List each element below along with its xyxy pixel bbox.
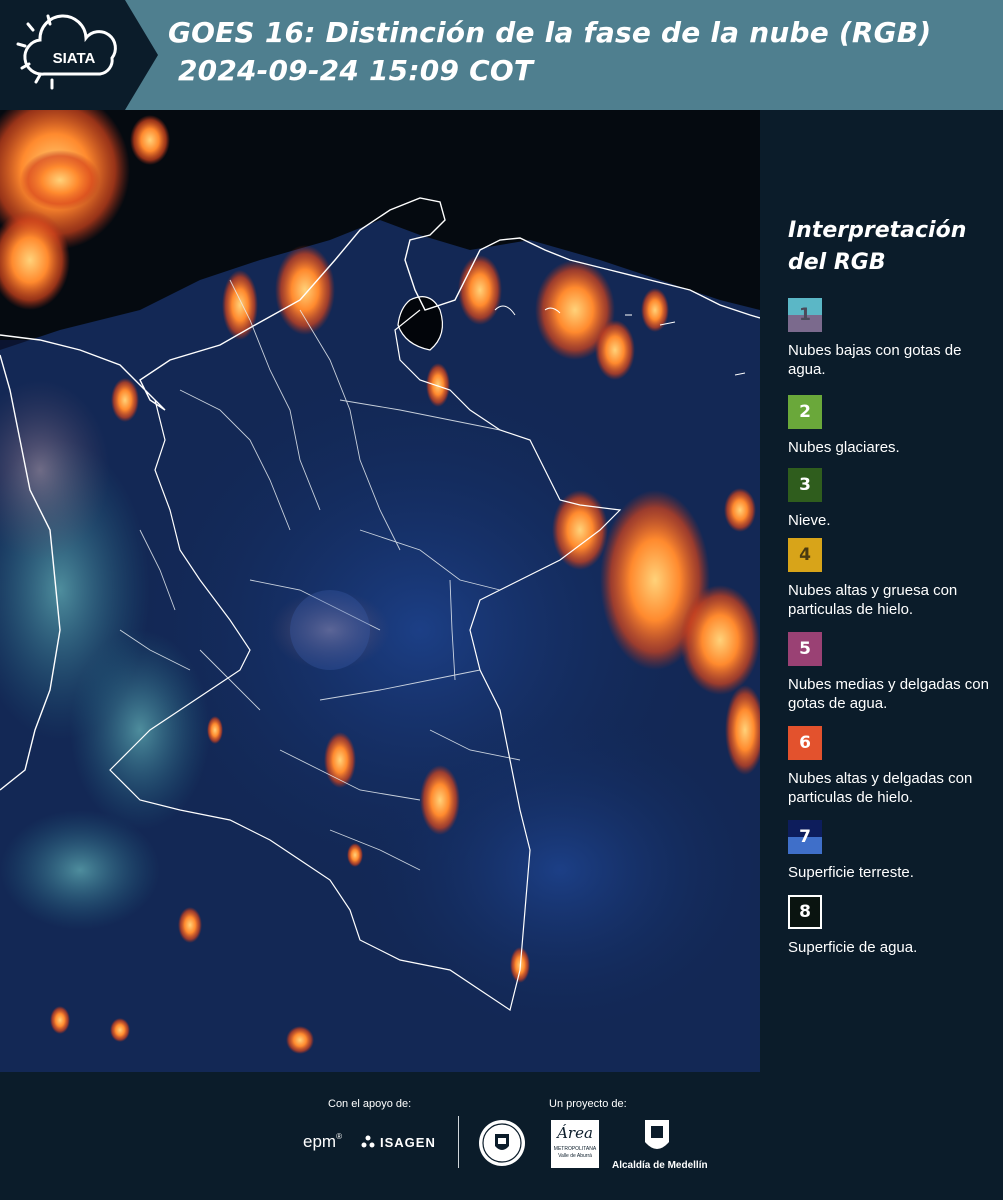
- support-label: Con el apoyo de:: [328, 1098, 412, 1110]
- legend-label-1: Nubes bajas con gotas de agua.: [788, 342, 962, 378]
- isagen-logo: ISAGEN: [360, 1134, 436, 1150]
- legend-number-2: 2: [799, 402, 811, 422]
- legend-swatch-4: 4: [788, 538, 822, 572]
- logo-tab: SIATA: [0, 0, 158, 110]
- satellite-map: [0, 110, 760, 1072]
- legend-title: Interpretación del RGB: [788, 215, 966, 279]
- legend-item-3: 3 Nieve.: [788, 468, 998, 530]
- legend-number-5: 5: [799, 639, 811, 659]
- legend-number-6: 6: [799, 733, 811, 753]
- legend-number-1: 1: [799, 305, 811, 325]
- legend-swatch-7: 7: [788, 820, 822, 854]
- area-logo-word: Área: [557, 1124, 593, 1142]
- legend-panel: Interpretación del RGB 1 Nubes bajas con…: [760, 110, 1003, 1072]
- page-title: GOES 16: Distinción de la fase de la nub…: [168, 14, 931, 90]
- legend-swatch-3: 3: [788, 468, 822, 502]
- legend-swatch-8: 8: [788, 895, 822, 929]
- project-label: Un proyecto de:: [549, 1098, 627, 1110]
- area-logo-line-2: Valle de Aburrá: [558, 1153, 592, 1159]
- epm-logo: epm®: [303, 1132, 342, 1151]
- legend-swatch-6: 6: [788, 726, 822, 760]
- legend-label-5: Nubes medias y delgadas con gotas de agu…: [788, 676, 989, 712]
- footer-separator: [458, 1116, 459, 1168]
- legend-swatch-5: 5: [788, 632, 822, 666]
- legend-label-8: Superficie de agua.: [788, 939, 918, 956]
- seal-logo: [479, 1120, 525, 1166]
- header: SIATA GOES 16: Distinción de la fase de …: [0, 0, 1003, 110]
- legend-number-4: 4: [799, 545, 811, 565]
- title-line-2: 2024-09-24 15:09 COT: [168, 54, 534, 87]
- legend-label-7: Superficie terreste.: [788, 864, 914, 881]
- legend-number-8: 8: [799, 902, 811, 922]
- legend-swatch-2: 2: [788, 395, 822, 429]
- area-logo-line-1: METROPOLITANA: [553, 1146, 597, 1152]
- medellin-shield-icon: [645, 1120, 669, 1149]
- legend-swatch-1: 1: [788, 298, 822, 332]
- legend-label-3: Nieve.: [788, 512, 831, 529]
- legend-item-1: 1 Nubes bajas con gotas de agua.: [788, 298, 998, 379]
- legend-title-line-1: Interpretación: [788, 218, 967, 243]
- area-metropolitana-logo: Área METROPOLITANA Valle de Aburrá: [551, 1120, 599, 1168]
- epm-logo-text: epm: [303, 1132, 337, 1151]
- legend-item-7: 7 Superficie terreste.: [788, 820, 998, 882]
- satellite-image: [0, 110, 760, 1072]
- legend-number-7: 7: [799, 827, 811, 847]
- isagen-logo-text: ISAGEN: [380, 1134, 436, 1150]
- legend-item-2: 2 Nubes glaciares.: [788, 395, 998, 457]
- legend-label-2: Nubes glaciares.: [788, 439, 900, 456]
- logo-text: SIATA: [53, 50, 96, 67]
- legend-title-line-2: del RGB: [788, 250, 886, 275]
- legend-item-8: 8 Superficie de agua.: [788, 895, 998, 957]
- legend-item-5: 5 Nubes medias y delgadas con gotas de a…: [788, 632, 998, 713]
- legend-label-6: Nubes altas y delgadas con particulas de…: [788, 770, 973, 806]
- legend-item-4: 4 Nubes altas y gruesa con particulas de…: [788, 538, 998, 619]
- legend-item-6: 6 Nubes altas y delgadas con particulas …: [788, 726, 998, 807]
- footer: Con el apoyo de: Un proyecto de: epm® IS…: [0, 1072, 1003, 1200]
- alcaldia-label: Alcaldía de Medellín: [612, 1160, 708, 1171]
- legend-label-4: Nubes altas y gruesa con particulas de h…: [788, 582, 958, 618]
- legend-number-3: 3: [799, 475, 811, 495]
- isagen-icon: [361, 1135, 375, 1148]
- title-line-1: GOES 16: Distinción de la fase de la nub…: [168, 16, 932, 49]
